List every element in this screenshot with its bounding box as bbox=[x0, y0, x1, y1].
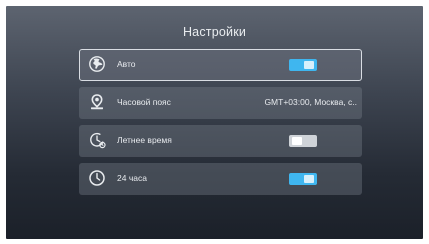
location-pin-icon bbox=[88, 93, 106, 111]
setting-row-timezone[interactable]: Часовой пояс GMT+03:00, Москва, с.. bbox=[79, 87, 362, 119]
globe-icon bbox=[88, 55, 106, 73]
setting-label-timezone: Часовой пояс bbox=[117, 97, 171, 107]
setting-label-auto: Авто bbox=[117, 59, 136, 69]
timezone-value: GMT+03:00, Москва, с.. bbox=[264, 97, 357, 107]
setting-label-24hour: 24 часа bbox=[117, 173, 147, 183]
setting-row-24hour[interactable]: 24 часа bbox=[79, 163, 362, 195]
page-title: Настройки bbox=[182, 25, 247, 39]
auto-toggle[interactable] bbox=[289, 59, 317, 71]
daylight-saving-clock-icon bbox=[88, 131, 106, 149]
toggle-knob bbox=[304, 61, 314, 69]
clock-icon bbox=[88, 169, 106, 187]
settings-screen: Настройки Авто Часовой пояс GMT+03:00, М… bbox=[6, 6, 423, 239]
setting-row-auto[interactable]: Авто bbox=[79, 49, 362, 81]
toggle-knob bbox=[292, 137, 302, 145]
toggle-knob bbox=[304, 175, 314, 183]
24hour-toggle[interactable] bbox=[289, 173, 317, 185]
setting-row-dst[interactable]: Летнее время bbox=[79, 125, 362, 157]
setting-label-dst: Летнее время bbox=[117, 135, 172, 145]
dst-toggle[interactable] bbox=[289, 135, 317, 147]
